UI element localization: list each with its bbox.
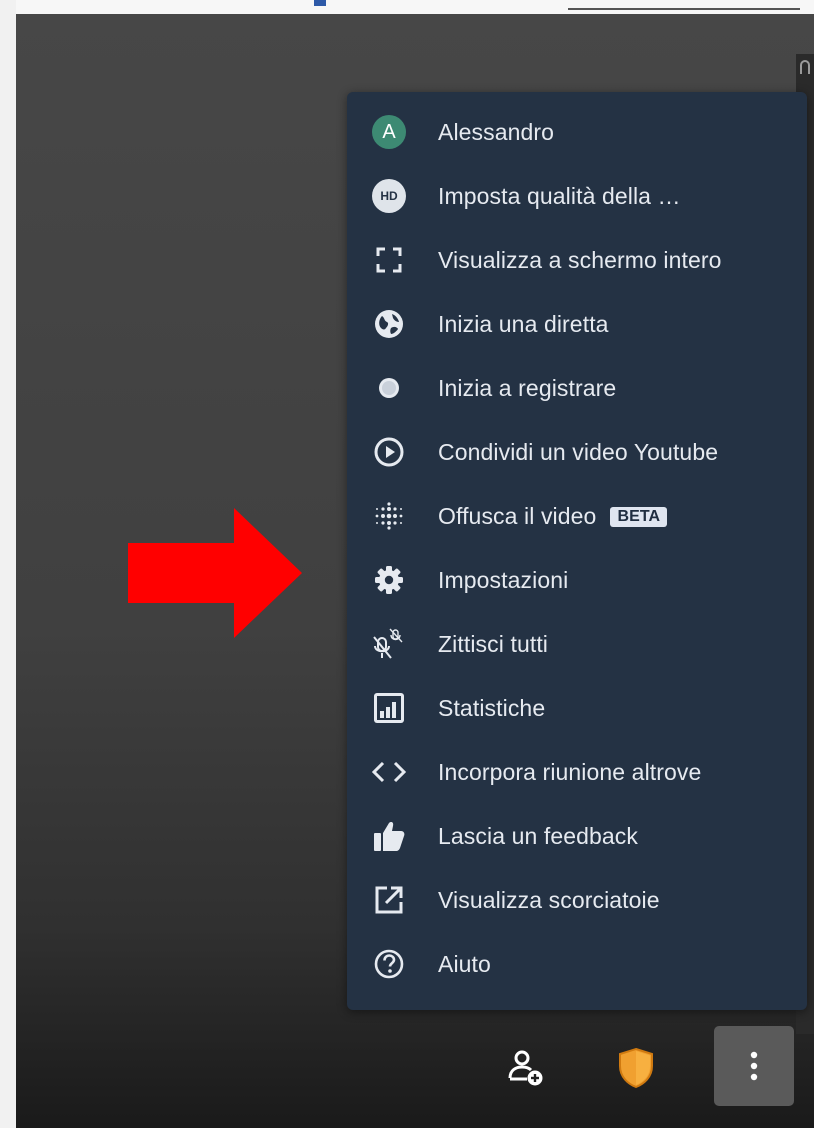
menu-item-blur-video[interactable]: Offusca il video BETA [347, 484, 807, 548]
mute-all-icon [371, 626, 407, 662]
security-options-button[interactable] [606, 1040, 666, 1096]
hd-quality-icon: HD [371, 178, 407, 214]
code-brackets-icon [371, 754, 407, 790]
menu-item-live-stream[interactable]: Inizia una diretta [347, 292, 807, 356]
menu-item-help[interactable]: Aiuto [347, 932, 807, 996]
menu-item-label-wrap: Offusca il video BETA [438, 502, 668, 530]
menu-item-embed-meeting[interactable]: Incorpora riunione altrove [347, 740, 807, 804]
menu-item-label: Inizia a registrare [438, 374, 617, 401]
scroll-knob[interactable] [800, 60, 810, 74]
top-strip [0, 0, 814, 14]
more-actions-button[interactable] [714, 1026, 794, 1106]
stats-chart-icon [371, 690, 407, 726]
menu-item-settings[interactable]: Impostazioni [347, 548, 807, 612]
menu-item-label: Zittisci tutti [438, 630, 549, 657]
menu-item-label: Alessandro [438, 118, 555, 145]
record-icon [371, 370, 407, 406]
left-strip [0, 0, 16, 1128]
thumbs-up-icon [371, 818, 407, 854]
top-dark-mark [568, 8, 800, 10]
globe-icon [371, 306, 407, 342]
help-icon [371, 946, 407, 982]
menu-item-mute-all[interactable]: Zittisci tutti [347, 612, 807, 676]
menu-item-share-youtube[interactable]: Condividi un video Youtube [347, 420, 807, 484]
menu-item-label: Offusca il video [438, 502, 597, 529]
blur-dots-icon [371, 498, 407, 534]
menu-item-feedback[interactable]: Lascia un feedback [347, 804, 807, 868]
menu-item-video-quality[interactable]: HD Imposta qualità della … [347, 164, 807, 228]
menu-item-label: Visualizza a schermo intero [438, 246, 722, 273]
more-actions-menu: A Alessandro HD Imposta qualità della … … [347, 92, 807, 1010]
play-circle-icon [371, 434, 407, 470]
fullscreen-icon [371, 242, 407, 278]
menu-item-record[interactable]: Inizia a registrare [347, 356, 807, 420]
gear-icon [371, 562, 407, 598]
avatar-letter: A [372, 115, 406, 149]
menu-item-label: Lascia un feedback [438, 822, 638, 849]
beta-badge: BETA [610, 506, 668, 527]
menu-item-fullscreen[interactable]: Visualizza a schermo intero [347, 228, 807, 292]
avatar-icon: A [371, 114, 407, 150]
menu-item-label: Visualizza scorciatoie [438, 886, 660, 913]
invite-person-icon [508, 1050, 543, 1086]
top-blue-mark [314, 0, 326, 6]
menu-item-label: Aiuto [438, 950, 491, 977]
more-vertical-icon [750, 1051, 758, 1081]
menu-item-label: Incorpora riunione altrove [438, 758, 702, 785]
menu-item-label: Inizia una diretta [438, 310, 609, 337]
invite-button[interactable] [496, 1040, 556, 1096]
annotation-arrow-icon [128, 508, 302, 638]
hd-badge-text: HD [372, 179, 406, 213]
menu-item-label: Statistiche [438, 694, 546, 721]
meeting-screen: A Alessandro HD Imposta qualità della … … [0, 0, 814, 1128]
security-shield-icon [619, 1047, 653, 1089]
menu-item-statistics[interactable]: Statistiche [347, 676, 807, 740]
menu-item-label: Imposta qualità della … [438, 182, 681, 209]
menu-item-label: Impostazioni [438, 566, 569, 593]
menu-item-shortcuts[interactable]: Visualizza scorciatoie [347, 868, 807, 932]
menu-item-label: Condividi un video Youtube [438, 438, 719, 465]
external-link-icon [371, 882, 407, 918]
menu-item-profile[interactable]: A Alessandro [347, 100, 807, 164]
